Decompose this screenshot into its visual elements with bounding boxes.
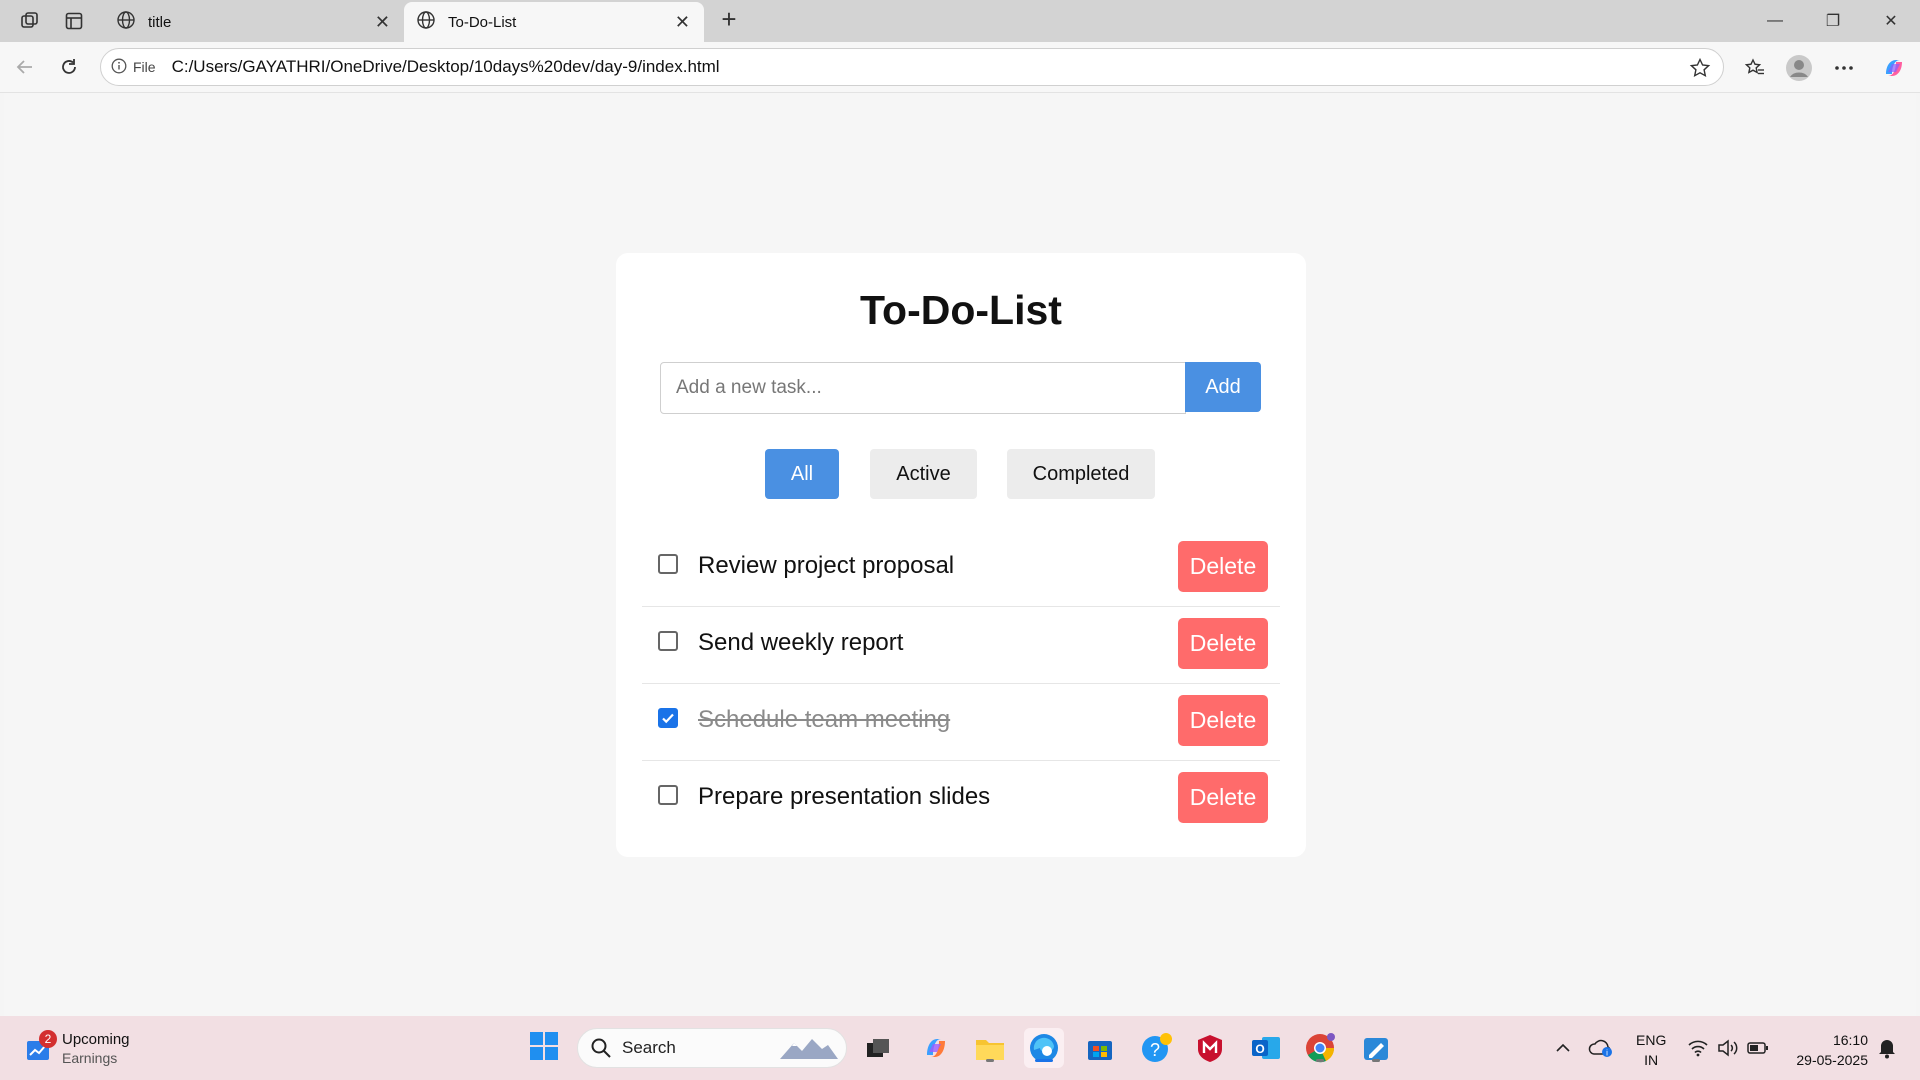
- search-highlight-icon: [778, 1033, 840, 1063]
- address-bar[interactable]: File C:/Users/GAYATHRI/OneDrive/Desktop/…: [100, 48, 1724, 86]
- active-indicator: [1035, 1059, 1053, 1062]
- delete-button[interactable]: Delete: [1178, 772, 1268, 823]
- workspaces-icon[interactable]: [8, 0, 52, 42]
- volume-icon[interactable]: [1714, 1016, 1742, 1080]
- restore-icon[interactable]: ❐: [1804, 0, 1862, 42]
- task-checkbox[interactable]: [658, 785, 678, 805]
- back-icon[interactable]: [10, 52, 40, 82]
- running-indicator: [986, 1059, 994, 1062]
- task-row: Send weekly report Delete: [642, 607, 1280, 684]
- task-list: Review project proposal Delete Send week…: [642, 530, 1280, 837]
- filter-active-button[interactable]: Active: [870, 449, 977, 499]
- windows-logo-icon: [529, 1031, 559, 1066]
- tab-label: To-Do-List: [448, 13, 517, 31]
- tab-to-do-list[interactable]: To-Do-List ✕: [404, 2, 704, 42]
- help-app-icon[interactable]: ?: [1136, 1028, 1176, 1068]
- onedrive-status-icon[interactable]: i: [1586, 1016, 1616, 1080]
- profile-avatar-icon[interactable]: [1783, 52, 1815, 84]
- windows-taskbar: 2 Upcoming Earnings Search ? O i ENG IN …: [0, 1016, 1920, 1080]
- task-text: Review project proposal: [698, 552, 955, 579]
- svg-text:O: O: [1255, 1042, 1264, 1056]
- more-options-icon[interactable]: [1828, 52, 1860, 84]
- file-label: File: [133, 59, 156, 75]
- tab-label: title: [148, 13, 172, 31]
- taskbar-search[interactable]: Search: [577, 1028, 847, 1068]
- globe-icon: [416, 10, 436, 34]
- search-label: Search: [622, 1038, 676, 1057]
- close-tab-icon[interactable]: ✕: [375, 12, 390, 33]
- copilot-app-icon[interactable]: [916, 1028, 956, 1068]
- outlook-icon[interactable]: O: [1246, 1028, 1286, 1068]
- chrome-icon[interactable]: [1300, 1028, 1340, 1068]
- running-indicator: [1372, 1059, 1380, 1062]
- task-checkbox-checked[interactable]: [658, 708, 678, 728]
- new-task-input[interactable]: [660, 362, 1186, 414]
- window-controls: — ❐ ✕: [1746, 0, 1920, 42]
- site-info-chip[interactable]: File: [111, 58, 166, 77]
- todo-card: To-Do-List Add All Active Completed Revi…: [616, 253, 1306, 857]
- stock-chart-icon: 2: [26, 1030, 57, 1062]
- delete-button[interactable]: Delete: [1178, 618, 1268, 669]
- task-row: Schedule team meeting Delete: [642, 684, 1280, 761]
- task-text: Prepare presentation slides: [698, 783, 991, 810]
- svg-text:?: ?: [1150, 1040, 1160, 1060]
- edge-browser-icon[interactable]: [1024, 1028, 1064, 1068]
- mcafee-icon[interactable]: [1190, 1028, 1230, 1068]
- widget-title: Upcoming: [62, 1031, 130, 1048]
- task-text-completed: Schedule team meeting: [698, 706, 951, 733]
- filter-completed-button[interactable]: Completed: [1007, 449, 1155, 499]
- battery-icon[interactable]: [1744, 1016, 1772, 1080]
- region-code: IN: [1644, 1052, 1659, 1068]
- refresh-icon[interactable]: [54, 52, 84, 82]
- running-indicator: [1316, 1059, 1324, 1062]
- paint-app-icon[interactable]: [1356, 1028, 1396, 1068]
- delete-button[interactable]: Delete: [1178, 541, 1268, 592]
- info-icon: [111, 58, 127, 77]
- task-row: Prepare presentation slides Delete: [642, 761, 1280, 837]
- page-title: To-Do-List: [860, 287, 1062, 333]
- clock-time: 16:10: [1832, 1032, 1868, 1048]
- browser-tab-bar: title ✕ To-Do-List ✕ + — ❐ ✕: [0, 0, 1920, 42]
- favorites-icon[interactable]: [1739, 52, 1771, 84]
- new-tab-button[interactable]: +: [712, 4, 746, 35]
- search-icon: [590, 1037, 612, 1059]
- system-clock[interactable]: 16:10 29-05-2025: [1796, 1030, 1868, 1070]
- task-row: Review project proposal Delete: [642, 530, 1280, 607]
- task-view-icon[interactable]: [858, 1028, 898, 1068]
- favorite-star-icon[interactable]: [1689, 57, 1711, 84]
- start-button[interactable]: [524, 1028, 564, 1068]
- notification-badge: 2: [39, 1030, 57, 1048]
- browser-toolbar: File C:/Users/GAYATHRI/OneDrive/Desktop/…: [0, 42, 1920, 93]
- url-text[interactable]: C:/Users/GAYATHRI/OneDrive/Desktop/10day…: [172, 57, 720, 77]
- widget-subtitle: Earnings: [62, 1050, 118, 1066]
- notification-bell-icon[interactable]: [1872, 1016, 1902, 1080]
- tab-title[interactable]: title ✕: [104, 2, 404, 42]
- svg-text:i: i: [1606, 1049, 1608, 1058]
- clock-date: 29-05-2025: [1796, 1052, 1868, 1068]
- language-indicator[interactable]: ENG IN: [1636, 1030, 1666, 1070]
- task-checkbox[interactable]: [658, 631, 678, 651]
- minimize-icon[interactable]: —: [1746, 0, 1804, 42]
- widgets-button[interactable]: 2 Upcoming Earnings: [26, 1030, 130, 1068]
- page-viewport: To-Do-List Add All Active Completed Revi…: [4, 93, 1916, 1017]
- close-window-icon[interactable]: ✕: [1862, 0, 1920, 42]
- task-text: Send weekly report: [698, 629, 904, 656]
- copilot-icon[interactable]: [1878, 52, 1910, 84]
- globe-icon: [116, 10, 136, 34]
- delete-button[interactable]: Delete: [1178, 695, 1268, 746]
- language-code: ENG: [1636, 1032, 1667, 1048]
- filter-all-button[interactable]: All: [765, 449, 839, 499]
- microsoft-store-icon[interactable]: [1080, 1028, 1120, 1068]
- close-tab-icon[interactable]: ✕: [675, 12, 690, 33]
- task-checkbox[interactable]: [658, 554, 678, 574]
- add-task-button[interactable]: Add: [1185, 362, 1261, 412]
- wifi-icon[interactable]: [1684, 1016, 1712, 1080]
- vertical-tabs-icon[interactable]: [52, 0, 96, 42]
- show-hidden-icons-icon[interactable]: [1548, 1016, 1578, 1080]
- file-explorer-icon[interactable]: [970, 1028, 1010, 1068]
